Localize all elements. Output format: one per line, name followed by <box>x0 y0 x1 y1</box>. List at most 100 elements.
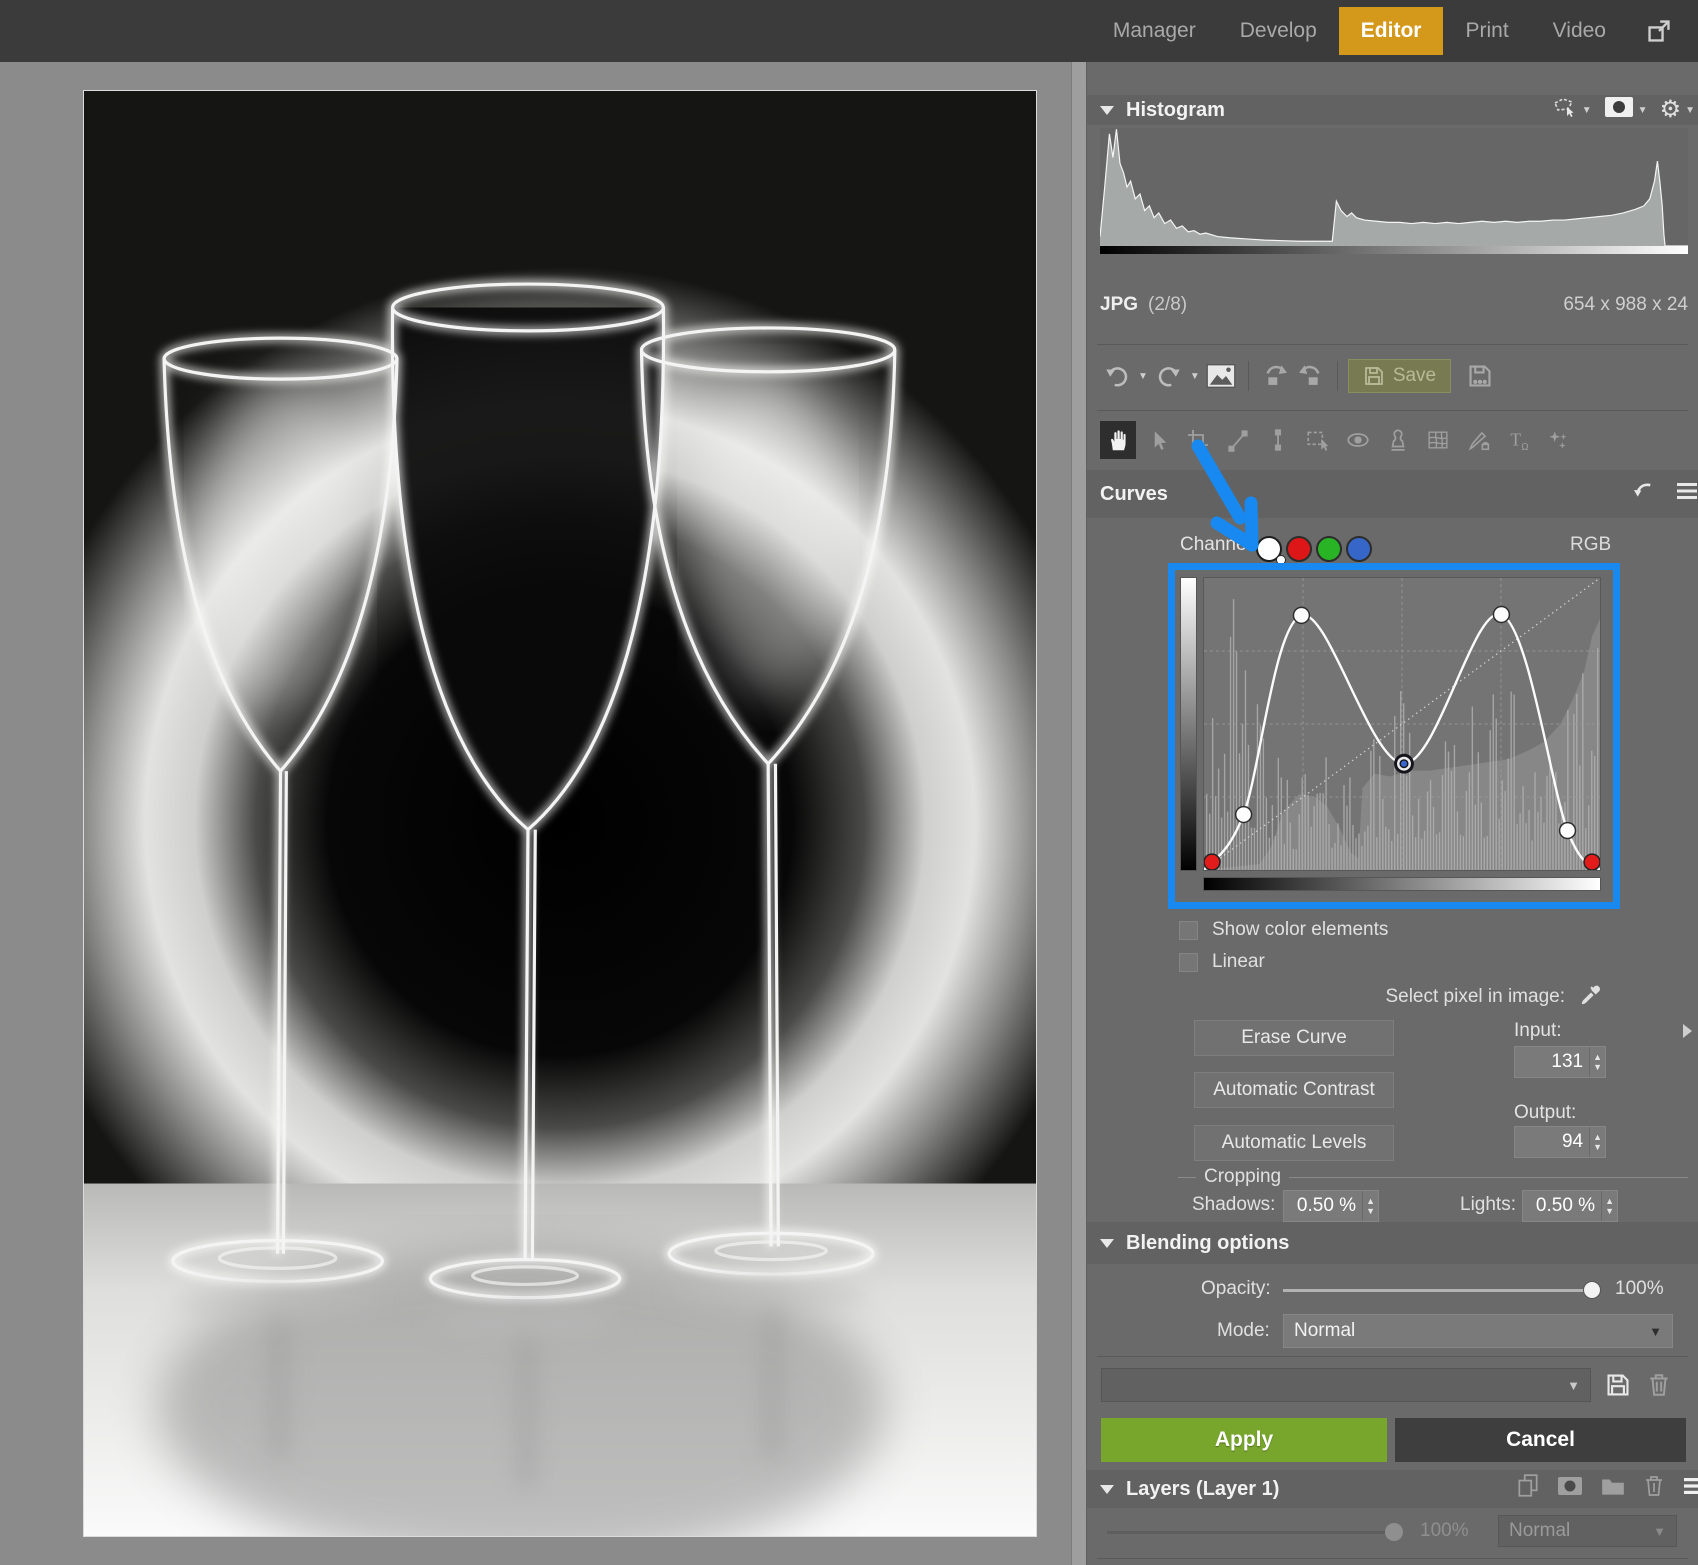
automatic-levels-button[interactable]: Automatic Levels <box>1194 1125 1394 1161</box>
opacity-slider-handle[interactable] <box>1583 1281 1601 1299</box>
apply-button[interactable]: Apply <box>1101 1418 1387 1462</box>
output-value[interactable]: 94 <box>1515 1127 1589 1157</box>
tab-manager[interactable]: Manager <box>1091 7 1218 55</box>
mode-select[interactable]: Normal ▼ <box>1283 1314 1673 1348</box>
undo-dropdown-icon[interactable]: ▼ <box>1138 371 1148 382</box>
output-gradient-bar <box>1180 577 1197 871</box>
divider <box>1097 344 1688 345</box>
tab-video[interactable]: Video <box>1531 7 1628 55</box>
curve-endpoint <box>1204 854 1220 870</box>
hand-tool[interactable] <box>1100 421 1136 459</box>
line-tool[interactable] <box>1260 421 1296 459</box>
eyedropper-icon[interactable] <box>1579 982 1603 1012</box>
curve-node-tool[interactable] <box>1220 421 1256 459</box>
blending-options-header: Blending options <box>1087 1222 1698 1264</box>
mode-value: Normal <box>1294 1320 1355 1342</box>
text-tool[interactable]: TΩ <box>1500 421 1536 459</box>
divider <box>1097 410 1688 411</box>
erase-curve-button[interactable]: Erase Curve <box>1194 1020 1394 1056</box>
undo-icon[interactable] <box>1100 359 1134 393</box>
tab-editor[interactable]: Editor <box>1339 7 1444 55</box>
effects-tool[interactable] <box>1540 421 1576 459</box>
opacity-value: 100% <box>1615 1278 1664 1300</box>
selection-tool[interactable] <box>1300 421 1336 459</box>
curves-title: Curves <box>1100 483 1168 506</box>
mask-preview-dropdown-icon[interactable]: ▼ <box>1638 105 1648 116</box>
save-button[interactable]: Save <box>1348 359 1451 393</box>
shadows-spinner-arrows[interactable]: ▲▼ <box>1362 1191 1378 1221</box>
crop-tool[interactable] <box>1180 421 1216 459</box>
save-as-icon[interactable] <box>1463 359 1497 393</box>
layer-mask-icon[interactable] <box>1557 1476 1583 1502</box>
divider <box>1337 361 1338 391</box>
cropping-label: Cropping <box>1196 1166 1289 1188</box>
tab-print[interactable]: Print <box>1443 7 1530 55</box>
delete-preset-icon[interactable] <box>1647 1372 1671 1404</box>
warp-mesh-tool[interactable] <box>1420 421 1456 459</box>
collapse-blending-icon[interactable] <box>1100 1239 1114 1248</box>
output-spinner-arrows[interactable]: ▲▼ <box>1589 1127 1605 1157</box>
input-value[interactable]: 131 <box>1515 1047 1589 1077</box>
redo-dropdown-icon[interactable]: ▼ <box>1190 371 1200 382</box>
curve-plot[interactable] <box>1203 577 1601 871</box>
file-info: JPG (2/8) 654 x 988 x 24 <box>1100 294 1688 316</box>
share-export-icon[interactable] <box>1638 18 1680 44</box>
save-preset-icon[interactable] <box>1605 1372 1631 1404</box>
file-type: JPG <box>1100 294 1138 316</box>
layer-opacity-track[interactable] <box>1107 1531 1387 1534</box>
shadows-value[interactable]: 0.50 % <box>1284 1191 1362 1221</box>
histogram-selection-icon[interactable] <box>1552 96 1578 124</box>
lights-spinner-arrows[interactable]: ▲▼ <box>1601 1191 1617 1221</box>
output-label: Output: <box>1514 1102 1576 1124</box>
gear-dropdown-icon[interactable]: ▼ <box>1685 105 1695 116</box>
channel-blue-button[interactable] <box>1346 536 1372 562</box>
layer-opacity-handle[interactable] <box>1385 1523 1403 1541</box>
image-history-icon[interactable] <box>1204 359 1238 393</box>
tab-develop[interactable]: Develop <box>1218 7 1339 55</box>
redo-icon[interactable] <box>1152 359 1186 393</box>
canvas-scrollbar[interactable] <box>1071 62 1087 1565</box>
input-spinner[interactable]: 131 ▲▼ <box>1514 1046 1606 1078</box>
brush-tool[interactable] <box>1460 421 1496 459</box>
cropping-legend: Cropping <box>1178 1166 1688 1188</box>
rotate-right-icon[interactable] <box>1293 359 1327 393</box>
channel-label: Channel: <box>1180 534 1256 556</box>
right-panel: Histogram ▼ ▼ ⚙ ▼ JPG (2/8) <box>1087 62 1698 1565</box>
collapse-layers-icon[interactable] <box>1100 1485 1114 1494</box>
cancel-button[interactable]: Cancel <box>1395 1418 1686 1462</box>
gear-icon[interactable]: ⚙ <box>1660 99 1682 121</box>
divider <box>1097 1356 1688 1357</box>
pointer-tool[interactable] <box>1140 421 1176 459</box>
photo[interactable] <box>83 90 1037 1537</box>
input-spinner-arrows[interactable]: ▲▼ <box>1589 1047 1605 1077</box>
rotate-left-icon[interactable] <box>1259 359 1293 393</box>
delete-layer-icon[interactable] <box>1643 1474 1665 1504</box>
preset-select[interactable]: ▼ <box>1101 1368 1591 1402</box>
channel-green-button[interactable] <box>1316 536 1342 562</box>
show-color-elements-checkbox[interactable] <box>1179 921 1198 940</box>
red-eye-tool[interactable] <box>1340 421 1376 459</box>
shadows-spinner[interactable]: 0.50 % ▲▼ <box>1283 1190 1379 1222</box>
divider <box>1289 1177 1688 1178</box>
lights-value[interactable]: 0.50 % <box>1523 1191 1601 1221</box>
opacity-slider-track[interactable] <box>1283 1289 1595 1292</box>
curves-menu-icon[interactable] <box>1675 481 1698 507</box>
reset-curves-icon[interactable] <box>1629 478 1655 510</box>
histogram-plot <box>1100 128 1688 246</box>
output-spinner[interactable]: 94 ▲▼ <box>1514 1126 1606 1158</box>
collapse-histogram-icon[interactable] <box>1100 106 1114 115</box>
duplicate-layer-icon[interactable] <box>1516 1473 1540 1505</box>
histogram-selection-dropdown-icon[interactable]: ▼ <box>1582 105 1592 116</box>
panel-collapse-icon[interactable] <box>1683 1024 1692 1038</box>
lights-spinner[interactable]: 0.50 % ▲▼ <box>1522 1190 1618 1222</box>
file-dimensions: 654 x 988 x 24 <box>1563 294 1688 316</box>
clone-stamp-tool[interactable] <box>1380 421 1416 459</box>
layer-mode-select[interactable]: Normal ▼ <box>1498 1515 1677 1547</box>
mask-preview-icon[interactable] <box>1604 96 1634 124</box>
layer-group-folder-icon[interactable] <box>1600 1475 1626 1503</box>
channel-red-button[interactable] <box>1286 536 1312 562</box>
layers-menu-icon[interactable] <box>1682 1476 1698 1502</box>
automatic-contrast-button[interactable]: Automatic Contrast <box>1194 1072 1394 1108</box>
svg-text:T: T <box>1510 429 1521 449</box>
linear-checkbox[interactable] <box>1179 953 1198 972</box>
